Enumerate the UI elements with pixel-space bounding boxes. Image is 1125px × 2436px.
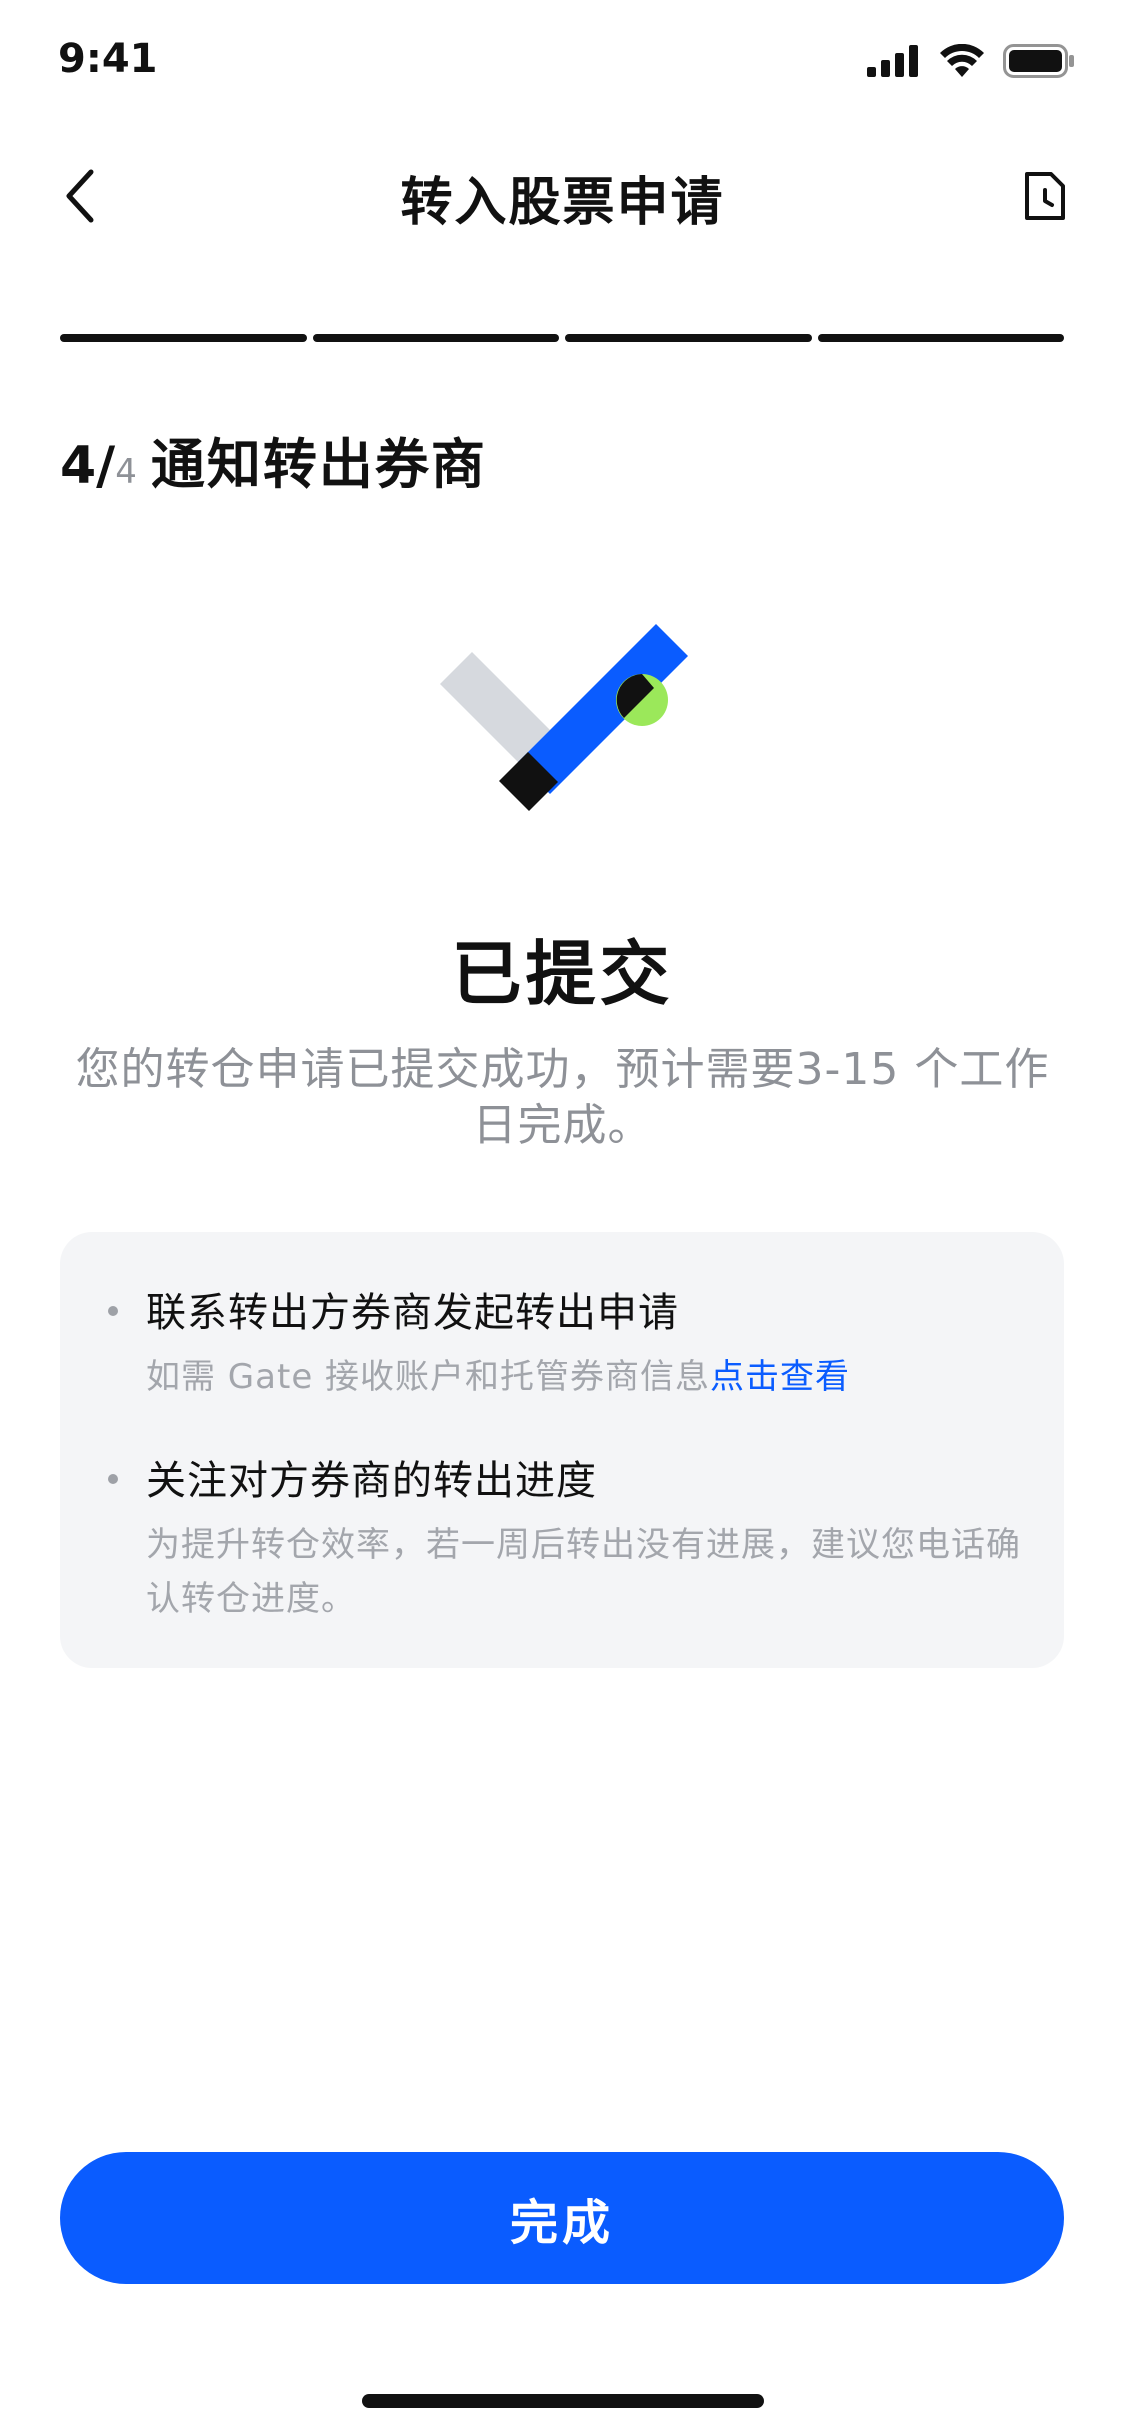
status-time: 9:41: [58, 36, 158, 82]
info-item-title: 关注对方券商的转出进度: [146, 1458, 597, 1504]
done-button[interactable]: 完成: [60, 2152, 1064, 2284]
bullet-dot: [108, 1306, 118, 1316]
result-description: 您的转仓申请已提交成功，预计需要3-15 个工作日完成。: [75, 1044, 1050, 1151]
next-steps-panel: 联系转出方券商发起转出申请 如需 Gate 接收账户和托管券商信息点击查看 关注…: [60, 1232, 1064, 1668]
signal-icon: [867, 45, 921, 81]
step-progress-bar: [60, 334, 1064, 344]
page-title: 转入股票申请: [400, 173, 725, 233]
status-icons: [867, 43, 1075, 82]
progress-segment: [60, 334, 307, 342]
bullet-dot: [108, 1474, 118, 1484]
info-item-subtext: 为提升转仓效率，若一周后转出没有进展，建议您电话确认转仓进度。: [146, 1525, 1021, 1619]
document-clock-icon: [1023, 170, 1067, 226]
info-item-subtext: 如需 Gate 接收账户和托管券商信息点击查看: [146, 1350, 1026, 1404]
step-title: 通知转出券商: [150, 433, 487, 496]
step-total: 4: [115, 452, 137, 492]
progress-segment: [565, 334, 812, 342]
view-info-link[interactable]: 点击查看: [710, 1357, 850, 1397]
success-check-illustration: [430, 612, 700, 812]
progress-segment: [817, 334, 1064, 342]
result-title: 已提交: [451, 933, 674, 1015]
info-item-title: 联系转出方券商发起转出申请: [146, 1290, 679, 1336]
step-heading: 4/ 4 通知转出券商: [60, 420, 487, 499]
status-bar: 9:41: [0, 0, 1125, 130]
history-button[interactable]: [1015, 168, 1075, 228]
info-item-subtext-text: 如需 Gate 接收账户和托管券商信息: [146, 1357, 711, 1397]
nav-bar: 转入股票申请: [0, 140, 1125, 260]
wifi-icon: [939, 43, 985, 82]
progress-segment: [312, 334, 559, 342]
home-indicator: [362, 2394, 764, 2408]
step-current: 4/: [60, 436, 116, 496]
battery-icon: [1003, 44, 1075, 82]
